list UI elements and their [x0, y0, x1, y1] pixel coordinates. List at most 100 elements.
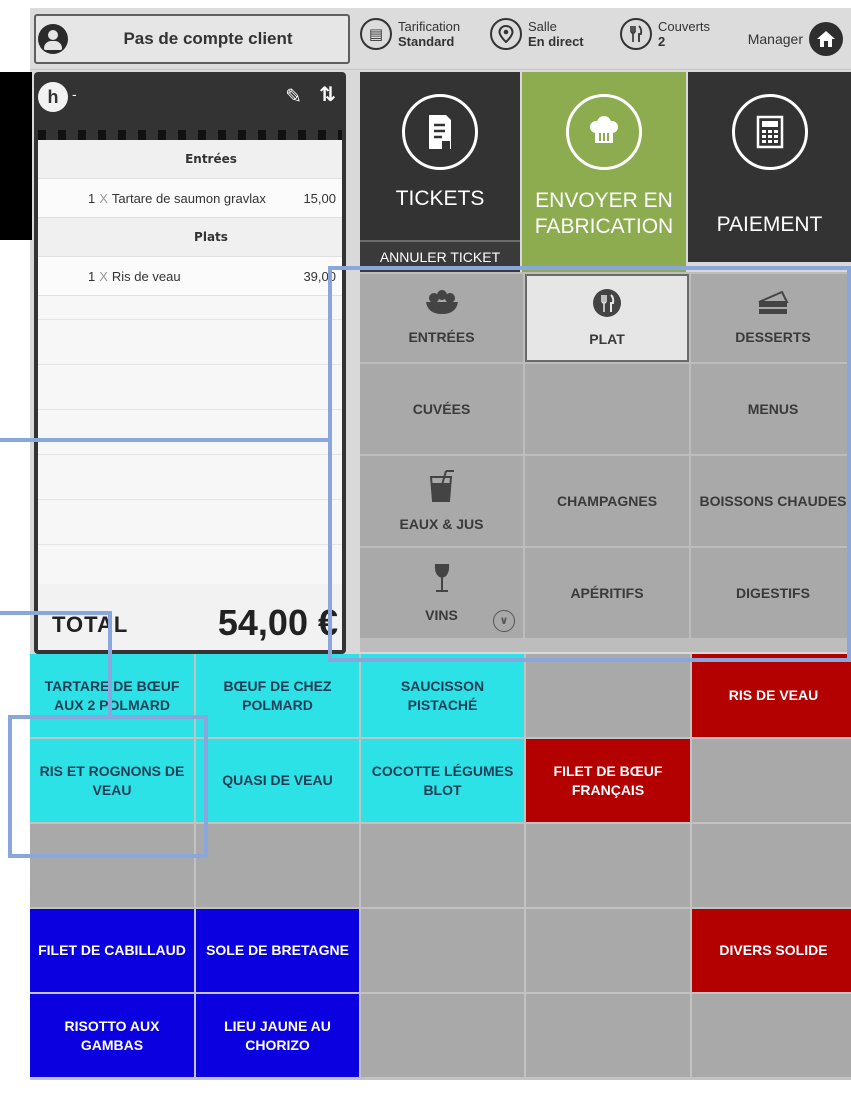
item-times-sign: X: [99, 268, 108, 284]
item-price: 39,00: [303, 268, 336, 284]
product-tile[interactable]: FILET DE BŒUF FRANÇAIS: [526, 739, 690, 822]
salle-value: En direct: [528, 34, 584, 49]
product-tile[interactable]: COCOTTE LÉGUMES BLOT: [361, 739, 524, 822]
category-label: VINS: [425, 607, 458, 623]
category-champagnes[interactable]: CHAMPAGNES: [525, 456, 689, 546]
ticket-category-row: Plats: [38, 218, 342, 257]
category-plat[interactable]: PLAT: [525, 274, 689, 362]
category-label: PLAT: [589, 331, 625, 347]
tickets-label: TICKETS: [395, 187, 485, 210]
ticket-paper: Entrées 1 X Tartare de saumon gravlax 15…: [38, 140, 342, 584]
edit-icon[interactable]: ✎: [285, 84, 302, 109]
ticket-perforation: [38, 130, 342, 140]
product-tile[interactable]: SAUCISSON PISTACHÉ: [361, 654, 524, 737]
product-tile[interactable]: BŒUF DE CHEZ POLMARD: [196, 654, 359, 737]
product-tile-empty: [526, 909, 690, 992]
ticket-item-row[interactable]: 1 X Ris de veau 39,00: [38, 257, 342, 296]
item-quantity: 1: [88, 268, 96, 284]
ticket-category-label: Plats: [194, 230, 228, 244]
annuler-ticket-button[interactable]: ANNULER TICKET: [360, 240, 520, 272]
couverts-title: Couverts: [658, 19, 711, 34]
ticket-item-row[interactable]: 1 X Tartare de saumon gravlax 15,00: [38, 179, 342, 218]
user-avatar-icon: [38, 24, 68, 54]
paiement-button[interactable]: PAIEMENT: [688, 72, 851, 262]
item-name: Ris de veau: [111, 268, 181, 284]
product-tile[interactable]: LIEU JAUNE AU CHORIZO: [196, 994, 359, 1077]
tarification-button[interactable]: ▤ Tarification Standard: [360, 18, 460, 50]
product-tile[interactable]: QUASI DE VEAU: [196, 739, 359, 822]
product-tile[interactable]: TARTARE DE BŒUF AUX 2 POLMARD: [30, 654, 194, 737]
product-grid: TARTARE DE BŒUF AUX 2 POLMARD BŒUF DE CH…: [30, 654, 851, 1080]
product-tile-empty: [361, 994, 524, 1077]
product-tile-empty: [692, 994, 851, 1077]
category-menus[interactable]: MENUS: [691, 364, 851, 454]
manager-button[interactable]: Manager: [748, 22, 843, 56]
category-label: ENTRÉES: [408, 329, 475, 345]
product-tile-empty: [361, 824, 524, 907]
client-account-button[interactable]: Pas de compte client: [34, 14, 350, 64]
category-label: DIGESTIFS: [736, 585, 810, 601]
ticket-category-row: Entrées: [38, 140, 342, 179]
tarification-title: Tarification: [398, 19, 461, 34]
category-label: APÉRITIFS: [570, 585, 644, 601]
couverts-value: 2: [658, 34, 666, 49]
category-eaux-jus[interactable]: EAUX & JUS: [360, 456, 523, 546]
item-price: 15,00: [303, 190, 336, 206]
sort-arrows-icon[interactable]: ⇅: [319, 82, 336, 107]
category-desserts[interactable]: DESSERTS: [691, 274, 851, 362]
ticket-panel: h - ✎ ⇅ Entrées 1 X Tartare de saumon gr…: [34, 72, 346, 654]
manager-label: Manager: [747, 31, 803, 47]
category-entrees[interactable]: ENTRÉES: [360, 274, 523, 362]
product-tile[interactable]: RISOTTO AUX GAMBAS: [30, 994, 194, 1077]
chevron-down-icon[interactable]: ∨: [493, 610, 515, 632]
product-tile-empty: [196, 824, 359, 907]
category-label: DESSERTS: [735, 329, 811, 345]
category-label: CUVÉES: [412, 401, 471, 417]
product-tile[interactable]: FILET DE CABILLAUD: [30, 909, 194, 992]
category-digestifs[interactable]: DIGESTIFS: [691, 548, 851, 638]
salle-button[interactable]: Salle En direct: [490, 18, 584, 50]
product-tile-empty: [526, 654, 690, 737]
category-grid: ENTRÉES PLAT DESSERTS CUVÉES MENUS EAUX …: [360, 272, 851, 652]
ticket-header: h - ✎ ⇅: [34, 72, 346, 122]
tarification-value: Standard: [398, 34, 455, 49]
left-black-bar: [0, 72, 32, 240]
top-bar: Pas de compte client ▤ Tarification Stan…: [30, 8, 851, 70]
location-pin-icon: [490, 18, 522, 50]
home-icon: [809, 22, 843, 56]
product-tile[interactable]: RIS ET ROGNONS DE VEAU: [30, 739, 194, 822]
product-tile[interactable]: RIS DE VEAU: [692, 654, 851, 737]
glass-icon: [428, 469, 456, 509]
cake-icon: [756, 290, 790, 322]
book-icon: ▤: [360, 18, 392, 50]
salad-icon: [425, 290, 459, 322]
product-tile-empty: [692, 739, 851, 822]
product-tile[interactable]: SOLE DE BRETAGNE: [196, 909, 359, 992]
utensils-icon: [592, 288, 622, 324]
item-times-sign: X: [99, 190, 108, 206]
ticket-category-label: Entrées: [185, 152, 237, 166]
table-icon[interactable]: h: [38, 82, 68, 112]
category-cuvees[interactable]: CUVÉES: [360, 364, 523, 454]
envoyer-fabrication-button[interactable]: ENVOYER EN FABRICATION: [522, 72, 686, 272]
client-account-label: Pas de compte client: [123, 29, 293, 48]
category-vins[interactable]: VINS ∨: [360, 548, 523, 638]
chef-hat-icon: [566, 94, 642, 170]
product-tile[interactable]: DIVERS SOLIDE: [692, 909, 851, 992]
table-label: -: [72, 86, 77, 102]
category-aperitifs[interactable]: APÉRITIFS: [525, 548, 689, 638]
tickets-button[interactable]: TICKETS: [360, 72, 520, 262]
salle-title: Salle: [528, 19, 557, 34]
couverts-button[interactable]: Couverts 2: [620, 18, 710, 50]
category-empty: [525, 364, 689, 454]
wine-icon: [431, 562, 453, 600]
cutlery-icon: [620, 18, 652, 50]
category-boissons-chaudes[interactable]: BOISSONS CHAUDES: [691, 456, 851, 546]
calculator-icon: [731, 94, 808, 170]
pos-app: Pas de compte client ▤ Tarification Stan…: [30, 8, 851, 1080]
item-name: Tartare de saumon gravlax: [111, 190, 266, 206]
product-tile-empty: [30, 824, 194, 907]
product-tile-empty: [361, 909, 524, 992]
ticket-total: TOTAL 54,00 €: [38, 584, 342, 650]
category-label: BOISSONS CHAUDES: [699, 493, 847, 509]
